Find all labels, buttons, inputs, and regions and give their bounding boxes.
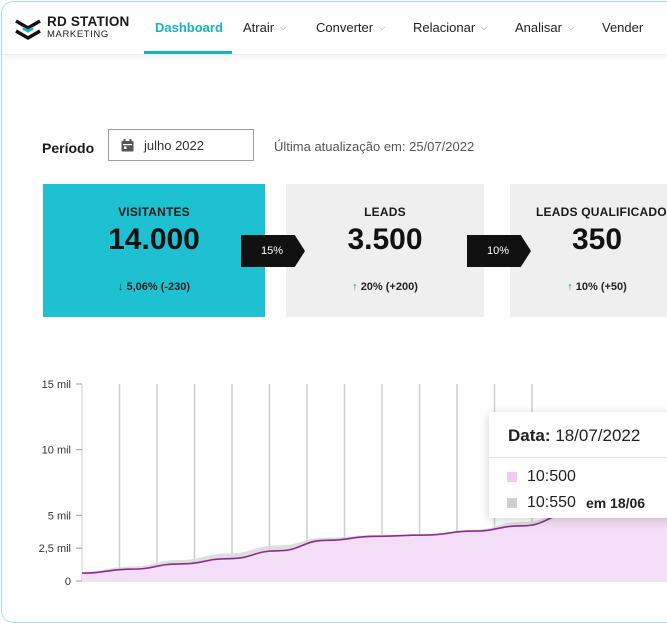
conversion-rate-tag: 15% <box>241 235 305 267</box>
brand-logo[interactable]: RD STATION MARKETING <box>14 14 134 42</box>
arrow-up-icon: ↑ <box>352 281 358 293</box>
metric-card-visitantes[interactable]: VISITANTES 14.000 ↓ 5,06% (-230) <box>43 184 265 317</box>
chevron-down-icon: ⌵ <box>567 22 575 32</box>
metric-card-leads-qualificados[interactable]: LEADS QUALIFICADOS 350 ↑ 10% (+50) <box>510 184 667 317</box>
y-tick-label: 15 mil <box>42 379 71 391</box>
metric-delta: ↓ 5,06% (-230) <box>43 281 265 293</box>
metric-delta: ↑ 20% (+200) <box>286 281 484 293</box>
tooltip-title: Data: 18/07/2022 <box>508 426 640 446</box>
tooltip-row-value: 10:500 <box>527 468 576 485</box>
tooltip-date: 18/07/2022 <box>555 426 641 445</box>
y-tick-label: 0 <box>65 576 71 588</box>
logo-mark-icon <box>15 19 41 40</box>
metric-delta-text: 20% (+200) <box>360 281 418 293</box>
arrow-down-icon: ↓ <box>117 281 124 293</box>
y-tick-label: 10 mil <box>42 445 71 457</box>
nav-converter[interactable]: Converter ⌵ <box>316 20 385 35</box>
tooltip-divider <box>489 457 667 458</box>
nav-analisar-label: Analisar <box>515 20 562 35</box>
brand-name: RD STATION <box>47 14 130 29</box>
nav-dashboard[interactable]: Dashboard <box>155 20 223 35</box>
period-date-value: julho 2022 <box>144 137 204 153</box>
tooltip-row-date: em 18/06 <box>585 495 646 511</box>
top-navbar: RD STATION MARKETING Dashboard Atrair ⌵ … <box>2 2 667 55</box>
chart-tooltip: Data: 18/07/2022 10:500 10:550 em 18/06 <box>489 412 667 518</box>
nav-dashboard-label: Dashboard <box>155 20 223 35</box>
period-label: Período <box>42 140 95 156</box>
metric-title: VISITANTES <box>118 205 190 219</box>
nav-vender[interactable]: Vender <box>602 20 643 35</box>
nav-vender-label: Vender <box>602 20 644 35</box>
metric-title: LEADS <box>364 205 406 219</box>
last-update-text: Última atualização em: 25/07/2022 <box>274 139 475 154</box>
legend-swatch-current <box>507 472 517 482</box>
conversion-rate-tag: 10% <box>467 235 531 267</box>
tooltip-row-previous: 10:550 em 18/06 <box>507 494 645 512</box>
metric-value: 14.000 <box>108 223 200 256</box>
nav-analisar[interactable]: Analisar ⌵ <box>515 20 574 35</box>
tooltip-row-value: 10:550 <box>527 494 576 511</box>
nav-atrair-label: Atrair <box>243 20 275 35</box>
nav-relacionar[interactable]: Relacionar ⌵ <box>413 20 487 35</box>
metric-value: 3.500 <box>347 223 423 256</box>
nav-relacionar-label: Relacionar <box>413 20 476 35</box>
active-tab-indicator <box>144 51 232 54</box>
nav-converter-label: Converter <box>316 20 374 35</box>
app-window: RD STATION MARKETING Dashboard Atrair ⌵ … <box>1 1 667 623</box>
metric-card-leads[interactable]: LEADS 3.500 ↑ 20% (+200) <box>286 184 484 317</box>
tooltip-row-current: 10:500 <box>507 468 576 486</box>
metric-delta-text: 5,06% (-230) <box>126 281 191 293</box>
brand-sub: MARKETING <box>47 29 109 40</box>
legend-swatch-previous <box>507 498 517 508</box>
arrow-up-icon: ↑ <box>567 281 573 293</box>
chevron-down-icon: ⌵ <box>481 22 488 32</box>
metric-delta-text: 10% (+50) <box>575 281 627 293</box>
y-tick-label: 5 mil <box>48 510 71 522</box>
calendar-icon <box>121 138 134 151</box>
chevron-down-icon: ⌵ <box>280 22 287 32</box>
metric-title: LEADS QUALIFICADOS <box>536 205 667 219</box>
chevron-down-icon: ⌵ <box>379 22 386 32</box>
nav-atrair[interactable]: Atrair ⌵ <box>243 20 286 35</box>
y-tick-label: 2,5 mil <box>39 543 71 555</box>
period-date-picker[interactable]: julho 2022 <box>108 129 254 161</box>
metric-delta: ↑ 10% (+50) <box>484 281 667 293</box>
tooltip-date-label: Data: <box>508 426 551 445</box>
